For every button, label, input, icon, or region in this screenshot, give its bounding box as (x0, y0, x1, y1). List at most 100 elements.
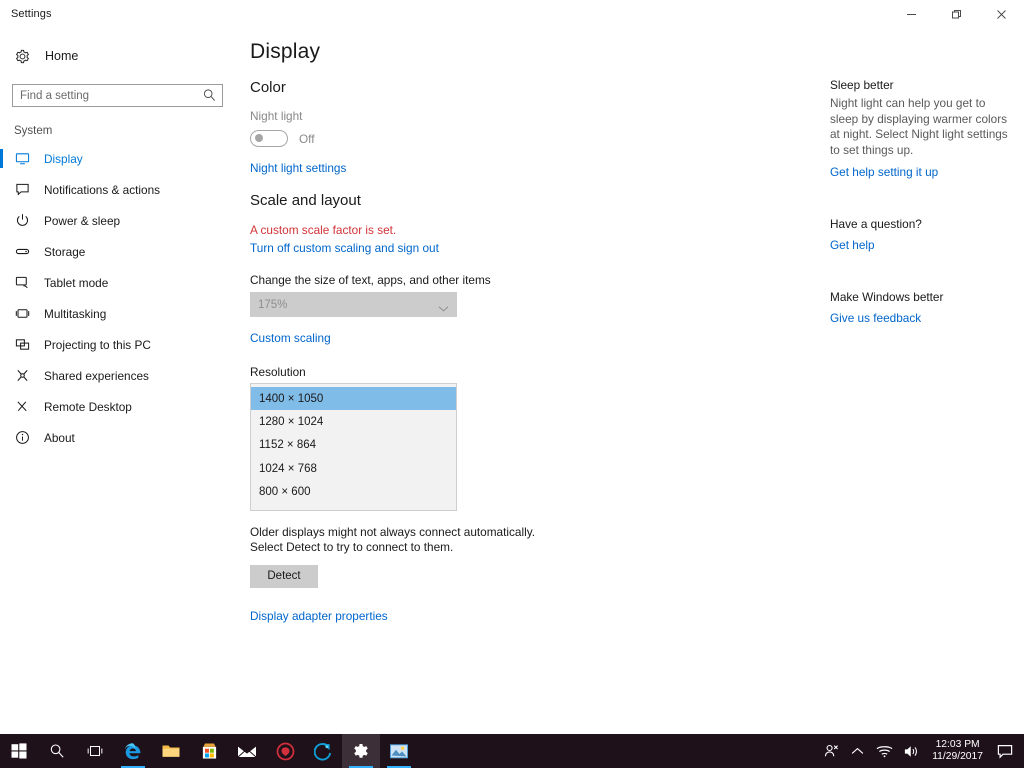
resolution-option[interactable]: 1280 × 1024 (251, 410, 456, 433)
settings-button[interactable] (342, 734, 380, 768)
night-light-label: Night light (250, 109, 303, 123)
detect-help-text: Older displays might not always connect … (250, 524, 536, 555)
sidebar-item-display[interactable]: Display (0, 143, 237, 174)
get-help-link[interactable]: Get help (830, 238, 875, 252)
night-light-toggle-row: Off (250, 130, 810, 147)
sidebar: Home System Display (0, 28, 237, 728)
sidebar-item-label: Shared experiences (44, 368, 149, 383)
resolution-option[interactable]: 1152 × 864 (251, 434, 456, 457)
resolution-option[interactable]: 1400 × 1050 (251, 387, 456, 411)
projecting-icon (14, 337, 31, 352)
taskbar: 12:03 PM 11/29/2017 (0, 734, 1024, 768)
remote-desktop-icon (14, 399, 31, 414)
sidebar-item-label: Tablet mode (44, 275, 109, 290)
storage-icon (14, 244, 31, 259)
custom-scale-warning: A custom scale factor is set. (250, 223, 397, 237)
notification-icon (14, 182, 31, 197)
gear-icon (14, 49, 31, 64)
turn-off-custom-scaling-link[interactable]: Turn off custom scaling and sign out (250, 241, 439, 255)
minimize-button[interactable] (889, 0, 934, 28)
page-title: Display (250, 40, 321, 63)
photo-app-button[interactable] (380, 734, 418, 768)
sidebar-item-label: Display (44, 151, 83, 166)
show-hidden-icons-button[interactable] (844, 734, 871, 768)
clock-time: 12:03 PM (935, 738, 980, 750)
info-icon (14, 430, 31, 445)
rail-heading: Sleep better (830, 78, 894, 92)
custom-scaling-link[interactable]: Custom scaling (250, 331, 331, 345)
app-blue-button[interactable] (304, 734, 342, 768)
search-container (12, 84, 223, 107)
mail-button[interactable] (228, 734, 266, 768)
sidebar-item-home[interactable]: Home (0, 41, 237, 71)
scale-dropdown-value: 175% (258, 298, 288, 311)
sidebar-item-label: Remote Desktop (44, 399, 132, 414)
scale-dropdown[interactable]: 175% (250, 292, 457, 317)
sidebar-item-notifications-actions[interactable]: Notifications & actions (0, 174, 237, 205)
close-button[interactable] (979, 0, 1024, 28)
search-button[interactable] (38, 734, 76, 768)
sidebar-item-label: Projecting to this PC (44, 337, 151, 352)
sidebar-item-label: Notifications & actions (44, 182, 161, 197)
tablet-icon (14, 275, 31, 290)
toggle-knob (255, 134, 263, 143)
search-input[interactable] (12, 84, 223, 107)
settings-window: Settings Home Find a setting System Disp… (0, 0, 1024, 768)
task-view-button[interactable] (76, 734, 114, 768)
taskbar-apps (0, 734, 418, 768)
get-help-setting-it-up-link[interactable]: Get help setting it up (830, 165, 938, 179)
main-content: Display Color Night light Off Night ligh… (250, 28, 810, 625)
sidebar-item-about[interactable]: About (0, 422, 237, 453)
sidebar-item-storage[interactable]: Storage (0, 236, 237, 267)
detect-button[interactable]: Detect (250, 564, 318, 588)
sidebar-item-power-sleep[interactable]: Power & sleep (0, 205, 237, 236)
edge-button[interactable] (114, 734, 152, 768)
night-light-state: Off (299, 131, 315, 146)
give-us-feedback-link[interactable]: Give us feedback (830, 311, 921, 325)
scale-field-label: Change the size of text, apps, and other… (250, 273, 491, 287)
window-title: Settings (11, 8, 52, 20)
rail-section-have-a-question: Have a question? Get help (830, 217, 1015, 254)
sidebar-home-label: Home (45, 49, 79, 63)
rail-body: Night light can help you get to sleep by… (830, 96, 1008, 157)
taskbar-clock[interactable]: 12:03 PM 11/29/2017 (925, 734, 990, 768)
start-button[interactable] (0, 734, 38, 768)
sidebar-item-tablet-mode[interactable]: Tablet mode (0, 267, 237, 298)
network-icon[interactable] (871, 734, 898, 768)
rail-heading: Make Windows better (830, 290, 944, 305)
resolution-listbox[interactable]: 1400 × 1050 1280 × 1024 1152 × 864 1024 … (250, 383, 457, 511)
sidebar-item-shared-experiences[interactable]: Shared experiences (0, 360, 237, 391)
rail-heading: Have a question? (830, 217, 922, 232)
sidebar-item-label: Power & sleep (44, 213, 121, 228)
resolution-label: Resolution (250, 365, 306, 379)
volume-icon[interactable] (898, 734, 925, 768)
clock-date: 11/29/2017 (932, 751, 983, 762)
rail-section-make-windows-better: Make Windows better Give us feedback (830, 290, 1015, 327)
display-adapter-properties-link[interactable]: Display adapter properties (250, 609, 388, 623)
color-section-title: Color (250, 79, 286, 96)
action-center-button[interactable] (990, 734, 1020, 768)
night-light-toggle[interactable] (250, 130, 288, 147)
window-controls (889, 0, 1024, 28)
night-light-settings-link[interactable]: Night light settings (250, 161, 346, 175)
resolution-option[interactable]: 1024 × 768 (251, 457, 456, 480)
monitor-icon (14, 151, 31, 166)
app-red-button[interactable] (266, 734, 304, 768)
right-rail: Sleep better Night light can help you ge… (830, 28, 1015, 327)
power-icon (14, 213, 31, 228)
restore-button[interactable] (934, 0, 979, 28)
scale-section-title: Scale and layout (250, 192, 361, 209)
people-icon[interactable] (817, 734, 844, 768)
store-button[interactable] (190, 734, 228, 768)
resolution-option[interactable]: 800 × 600 (251, 481, 456, 504)
title-bar: Settings (0, 0, 1024, 28)
sidebar-item-projecting-to-this-pc[interactable]: Projecting to this PC (0, 329, 237, 360)
chevron-down-icon (438, 300, 449, 318)
sidebar-group-header: System (14, 125, 53, 137)
sidebar-item-remote-desktop[interactable]: Remote Desktop (0, 391, 237, 422)
sidebar-item-multitasking[interactable]: Multitasking (0, 298, 237, 329)
system-tray: 12:03 PM 11/29/2017 (817, 734, 1024, 768)
file-explorer-button[interactable] (152, 734, 190, 768)
sidebar-item-label: About (44, 430, 75, 445)
shared-experiences-icon (14, 368, 31, 383)
